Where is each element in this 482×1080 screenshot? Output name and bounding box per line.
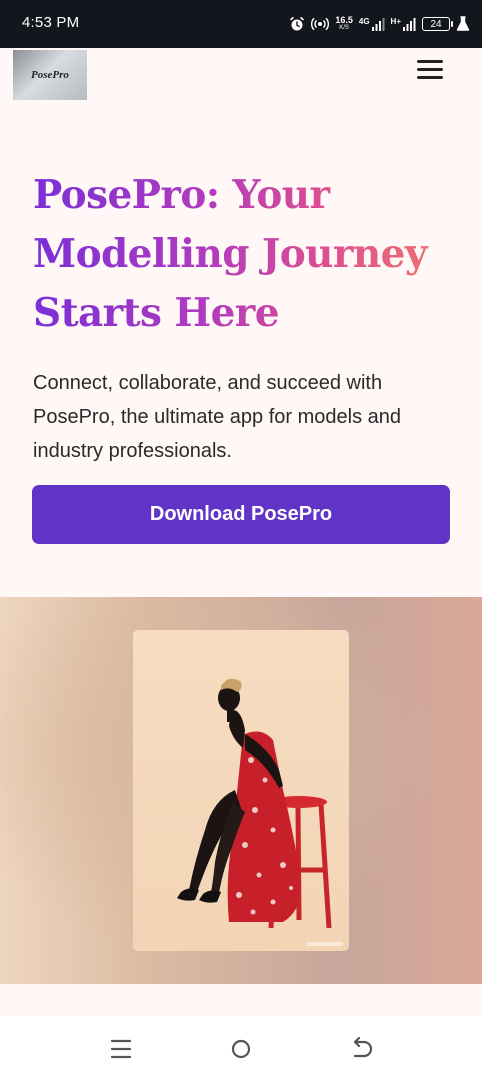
recent-apps-icon[interactable]: [106, 1036, 136, 1062]
model-photo: [133, 630, 349, 951]
site-header: PosePro: [0, 48, 482, 104]
battery-icon: 24: [422, 17, 453, 31]
logo-text: PosePro: [31, 69, 69, 81]
network-hplus-label: H+: [390, 17, 401, 26]
alarm-icon: [289, 16, 305, 32]
status-time: 4:53 PM: [22, 14, 80, 31]
model-illustration: [177, 678, 343, 946]
system-nav-bar: [0, 1016, 482, 1080]
hero-description: Connect, collaborate, and succeed with P…: [33, 372, 401, 462]
hero-title: PosePro: Your Modelling Journey Starts H…: [33, 166, 463, 343]
download-posepro-button[interactable]: Download PosePro: [32, 485, 450, 544]
battery-level: 24: [430, 19, 442, 30]
signal-icon: H+: [391, 17, 416, 31]
network-speed: 16.5 K/S: [335, 16, 353, 32]
signal-icon: 4G: [359, 17, 385, 31]
hotspot-icon: [311, 16, 330, 32]
hamburger-menu-icon[interactable]: [414, 54, 448, 84]
status-bar: 4:53 PM 16.5 K/S 4G H+ 24: [0, 0, 482, 48]
posepro-logo[interactable]: PosePro: [13, 50, 87, 100]
hero-image-section: [0, 597, 482, 984]
flask-icon: [456, 16, 470, 32]
status-icons: 16.5 K/S 4G H+ 24: [289, 12, 470, 36]
speed-unit: K/S: [339, 25, 349, 31]
network-4g-label: 4G: [358, 17, 370, 26]
home-icon[interactable]: [226, 1036, 256, 1062]
back-icon[interactable]: [346, 1036, 376, 1062]
